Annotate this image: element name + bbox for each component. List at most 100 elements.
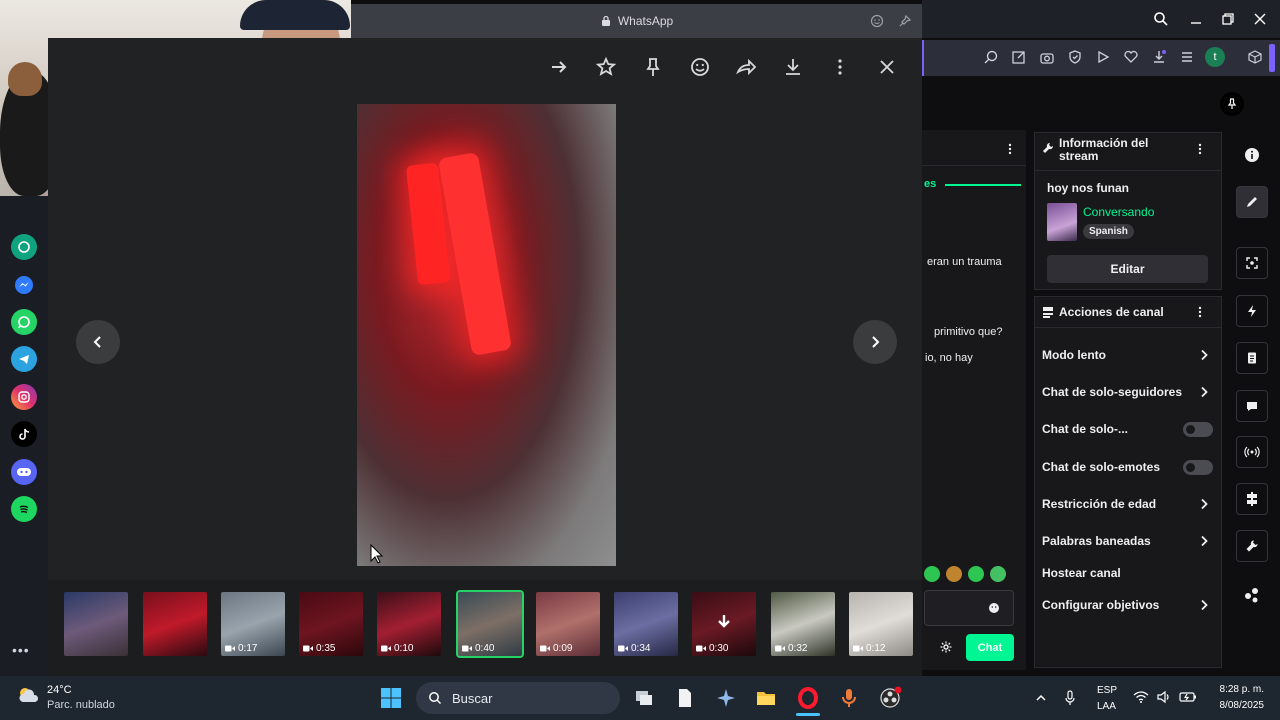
- chevron-right-icon[interactable]: [1198, 498, 1210, 510]
- close-window-icon[interactable]: [1252, 11, 1268, 27]
- more-vertical-icon[interactable]: [1196, 305, 1204, 319]
- volume-icon[interactable]: [1156, 690, 1172, 704]
- toggle-switch[interactable]: [1183, 460, 1213, 475]
- media-thumbnail[interactable]: 0:32: [771, 592, 835, 656]
- pin-icon[interactable]: [642, 56, 664, 78]
- quick-actions-button[interactable]: [1236, 295, 1268, 327]
- clock-date[interactable]: 8/08/2025: [1212, 700, 1265, 711]
- channel-action-item[interactable]: Chat de solo-...: [1042, 422, 1128, 436]
- obs-icon[interactable]: [878, 686, 902, 710]
- previous-media-button[interactable]: [76, 320, 120, 364]
- edit-stream-button[interactable]: Editar: [1047, 255, 1208, 283]
- microphone-icon[interactable]: [1063, 689, 1077, 707]
- share-icon[interactable]: [735, 56, 757, 78]
- spotify-icon[interactable]: [11, 496, 37, 522]
- emote-icon[interactable]: [990, 566, 1006, 582]
- downloads-icon[interactable]: [1151, 49, 1167, 65]
- star-icon[interactable]: [595, 56, 617, 78]
- chat-input[interactable]: [924, 590, 1014, 626]
- media-thumbnail[interactable]: 0:09: [536, 592, 600, 656]
- media-thumbnail[interactable]: 0:40: [456, 590, 524, 658]
- chevron-right-icon[interactable]: [1198, 535, 1210, 547]
- focus-button[interactable]: [1236, 247, 1268, 279]
- channel-action-item[interactable]: Chat de solo-seguidores: [1042, 385, 1182, 399]
- telegram-icon[interactable]: [11, 346, 37, 372]
- zoom-icon[interactable]: [983, 49, 999, 65]
- instagram-icon[interactable]: [11, 384, 37, 410]
- language-layout[interactable]: LAA: [1097, 701, 1116, 712]
- channel-action-item[interactable]: Palabras baneadas: [1042, 534, 1151, 548]
- channel-action-item[interactable]: Configurar objetivos: [1042, 598, 1159, 612]
- channel-action-item[interactable]: Modo lento: [1042, 348, 1106, 362]
- category-boxart[interactable]: [1047, 203, 1077, 241]
- more-vertical-icon[interactable]: [1196, 142, 1204, 156]
- heart-icon[interactable]: [1123, 49, 1139, 65]
- broadcast-button[interactable]: [1236, 436, 1268, 468]
- channel-action-item[interactable]: Hostear canal: [1042, 566, 1121, 580]
- emote-icon[interactable]: [968, 566, 984, 582]
- chat-button[interactable]: [1236, 390, 1268, 422]
- emote-icon[interactable]: [924, 566, 940, 582]
- media-thumbnail[interactable]: 0:30: [692, 592, 756, 656]
- taskbar-search[interactable]: Buscar: [416, 682, 620, 714]
- media-thumbnail[interactable]: 0:10: [377, 592, 441, 656]
- media-thumbnail[interactable]: 0:35: [299, 592, 363, 656]
- react-emoji-icon[interactable]: [689, 56, 711, 78]
- whatsapp-icon[interactable]: [11, 309, 37, 335]
- camera-icon[interactable]: [1039, 49, 1055, 65]
- restore-icon[interactable]: [1220, 11, 1236, 27]
- chevron-right-icon[interactable]: [1198, 599, 1210, 611]
- media-thumbnail[interactable]: 0:17: [221, 592, 285, 656]
- folder-icon[interactable]: [754, 686, 778, 710]
- stream-category[interactable]: Conversando: [1083, 205, 1154, 219]
- extensions-icon[interactable]: [1243, 586, 1261, 604]
- shield-icon[interactable]: [1067, 49, 1083, 65]
- windows-start-icon[interactable]: [379, 686, 403, 710]
- app-icon[interactable]: [714, 686, 738, 710]
- media-thumbnail[interactable]: 0:34: [614, 592, 678, 656]
- send-chat-button[interactable]: Chat: [966, 634, 1014, 661]
- pin-toggle-button[interactable]: [1220, 92, 1244, 116]
- media-thumbnail[interactable]: [143, 592, 207, 656]
- chevron-right-icon[interactable]: [1198, 386, 1210, 398]
- cube-icon[interactable]: [1247, 49, 1263, 65]
- messenger-icon[interactable]: [11, 272, 37, 298]
- language-tag[interactable]: Spanish: [1083, 224, 1134, 239]
- chevron-right-icon[interactable]: [1198, 349, 1210, 361]
- close-icon[interactable]: [876, 56, 898, 78]
- language-indicator[interactable]: ESP: [1097, 685, 1117, 696]
- info-icon[interactable]: [1244, 147, 1260, 163]
- edit-mode-button[interactable]: [1236, 186, 1268, 218]
- download-icon[interactable]: [782, 56, 804, 78]
- battery-icon[interactable]: [1179, 690, 1197, 704]
- file-icon[interactable]: [673, 686, 697, 710]
- more-apps-icon[interactable]: •••: [12, 642, 30, 658]
- edit-icon[interactable]: [1011, 49, 1027, 65]
- emote-icon[interactable]: [946, 566, 962, 582]
- media-thumbnail[interactable]: [64, 592, 128, 656]
- tools-button[interactable]: [1236, 530, 1268, 562]
- clock-time[interactable]: 8:28 p. m.: [1212, 684, 1264, 695]
- channel-action-item[interactable]: Restricción de edad: [1042, 497, 1156, 511]
- weather-cloud-icon[interactable]: [16, 684, 42, 708]
- task-view-icon[interactable]: [632, 686, 656, 710]
- next-media-button[interactable]: [853, 320, 897, 364]
- wifi-icon[interactable]: [1133, 690, 1149, 704]
- profile-avatar[interactable]: t: [1205, 47, 1225, 67]
- menu-icon[interactable]: [1179, 49, 1195, 65]
- discord-icon[interactable]: [11, 459, 37, 485]
- more-vertical-icon[interactable]: [829, 56, 851, 78]
- pin-icon[interactable]: [898, 14, 912, 28]
- emote-picker-icon[interactable]: [988, 602, 1000, 614]
- tiktok-icon[interactable]: [11, 421, 37, 447]
- layout-button[interactable]: [1236, 483, 1268, 515]
- microphone-icon[interactable]: [837, 686, 861, 710]
- opera-browser-icon[interactable]: [796, 686, 820, 710]
- download-icon[interactable]: [714, 612, 734, 632]
- toggle-switch[interactable]: [1183, 422, 1213, 437]
- play-icon[interactable]: [1095, 49, 1111, 65]
- notes-button[interactable]: [1236, 342, 1268, 374]
- chatgpt-icon[interactable]: [11, 234, 37, 260]
- search-icon[interactable]: [1153, 11, 1169, 27]
- chevron-up-icon[interactable]: [1034, 691, 1048, 705]
